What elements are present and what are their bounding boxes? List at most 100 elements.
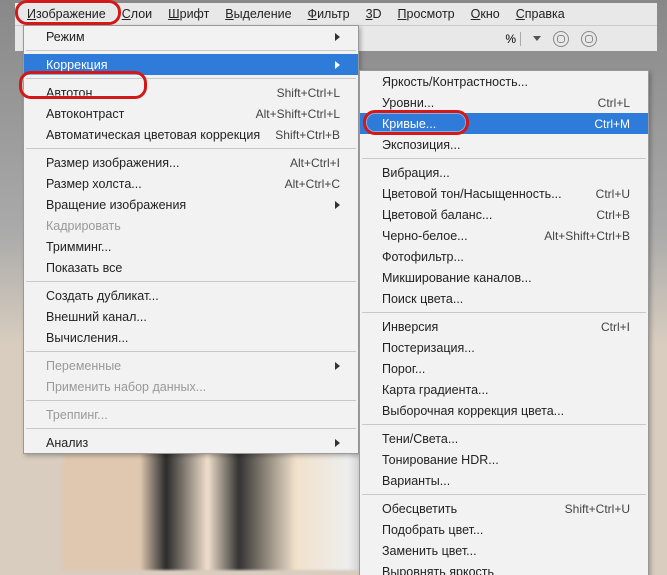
menu-item-label: Инверсия bbox=[382, 320, 438, 334]
menu-item-shortcut: Alt+Shift+Ctrl+L bbox=[256, 107, 340, 121]
menu-item-label: Показать все bbox=[46, 261, 122, 275]
menu-item-label: Вычисления... bbox=[46, 331, 128, 345]
menubar-item[interactable]: 3D bbox=[358, 5, 390, 23]
image-menu-item[interactable]: Вращение изображения bbox=[24, 194, 358, 215]
menu-item-label: Треппинг... bbox=[46, 408, 108, 422]
menu-item-label: Размер изображения... bbox=[46, 156, 179, 170]
image-menu-item[interactable]: Показать все bbox=[24, 257, 358, 278]
menu-item-label: Автоматическая цветовая коррекция bbox=[46, 128, 260, 142]
adjustments-item[interactable]: Экспозиция... bbox=[360, 134, 648, 155]
adjustments-item[interactable]: Кривые...Ctrl+M bbox=[360, 113, 648, 134]
dropdown-icon[interactable] bbox=[533, 36, 541, 41]
menu-item-label: Варианты... bbox=[382, 474, 450, 488]
adjustments-item[interactable]: Уровни...Ctrl+L bbox=[360, 92, 648, 113]
menu-item-label: Яркость/Контрастность... bbox=[382, 75, 528, 89]
menubar-item[interactable]: Просмотр bbox=[390, 5, 463, 23]
image-menu-item[interactable]: Коррекция bbox=[24, 54, 358, 75]
adjustments-item[interactable]: Варианты... bbox=[360, 470, 648, 491]
menu-item-label: Автоконтраст bbox=[46, 107, 124, 121]
menu-item-label: Поиск цвета... bbox=[382, 292, 463, 306]
image-menu-item[interactable]: Тримминг... bbox=[24, 236, 358, 257]
adjustments-separator bbox=[362, 312, 646, 313]
menu-item-shortcut: Shift+Ctrl+U bbox=[565, 502, 630, 516]
menu-item-shortcut: Shift+Ctrl+B bbox=[275, 128, 340, 142]
adjustments-separator bbox=[362, 424, 646, 425]
menubar-item[interactable]: Окно bbox=[463, 5, 508, 23]
adjustments-item[interactable]: Цветовой баланс...Ctrl+B bbox=[360, 204, 648, 225]
image-menu-separator bbox=[26, 50, 356, 51]
menu-item-label: Тонирование HDR... bbox=[382, 453, 499, 467]
menu-item-label: Вращение изображения bbox=[46, 198, 186, 212]
menu-item-label: Порог... bbox=[382, 362, 425, 376]
menu-item-shortcut: Ctrl+M bbox=[594, 117, 630, 131]
image-menu-separator bbox=[26, 281, 356, 282]
adjustments-item[interactable]: Черно-белое...Alt+Shift+Ctrl+B bbox=[360, 225, 648, 246]
adjustments-item[interactable]: Фотофильтр... bbox=[360, 246, 648, 267]
adjustments-item[interactable]: Подобрать цвет... bbox=[360, 519, 648, 540]
menu-item-label: Создать дубликат... bbox=[46, 289, 159, 303]
menu-item-label: Вибрация... bbox=[382, 166, 450, 180]
adjustments-item[interactable]: Яркость/Контрастность... bbox=[360, 71, 648, 92]
menu-item-label: Внешний канал... bbox=[46, 310, 147, 324]
image-menu-item[interactable]: Режим bbox=[24, 26, 358, 47]
image-menu-item: Применить набор данных... bbox=[24, 376, 358, 397]
image-menu-item[interactable]: Автоконтраст Alt+Shift+Ctrl+L bbox=[24, 103, 358, 124]
image-menu-item[interactable]: Размер холста...Alt+Ctrl+C bbox=[24, 173, 358, 194]
image-menu-separator bbox=[26, 351, 356, 352]
image-menu-separator bbox=[26, 78, 356, 79]
menubar-item[interactable]: Фильтр bbox=[300, 5, 358, 23]
adjustments-item[interactable]: Выборочная коррекция цвета... bbox=[360, 400, 648, 421]
adjustments-item[interactable]: Микширование каналов... bbox=[360, 267, 648, 288]
image-menu-item[interactable]: Анализ bbox=[24, 432, 358, 453]
menu-item-label: Заменить цвет... bbox=[382, 544, 477, 558]
menu-item-label: Выборочная коррекция цвета... bbox=[382, 404, 564, 418]
image-menu-item: Треппинг... bbox=[24, 404, 358, 425]
image-menu-item[interactable]: Размер изображения... Alt+Ctrl+I bbox=[24, 152, 358, 173]
adjustments-item[interactable]: Постеризация... bbox=[360, 337, 648, 358]
image-menu-dropdown: РежимКоррекцияАвтотонShift+Ctrl+LАвтокон… bbox=[23, 25, 359, 454]
adjustments-item[interactable]: ИнверсияCtrl+I bbox=[360, 316, 648, 337]
adjustments-item[interactable]: Карта градиента... bbox=[360, 379, 648, 400]
adjustments-item[interactable]: Поиск цвета... bbox=[360, 288, 648, 309]
tool-icon-b[interactable] bbox=[581, 31, 597, 47]
menu-item-label: Карта градиента... bbox=[382, 383, 488, 397]
adjustments-item[interactable]: Выровнять яркость bbox=[360, 561, 648, 575]
tool-icon-a[interactable] bbox=[553, 31, 569, 47]
menu-item-label: Коррекция bbox=[46, 58, 107, 72]
menubar-item[interactable]: Справка bbox=[508, 5, 573, 23]
adjustments-item[interactable]: Тени/Света... bbox=[360, 428, 648, 449]
menu-item-shortcut: Ctrl+U bbox=[596, 187, 630, 201]
menubar-item[interactable]: Выделение bbox=[217, 5, 299, 23]
adjustments-item[interactable]: Порог... bbox=[360, 358, 648, 379]
image-menu-item[interactable]: Создать дубликат... bbox=[24, 285, 358, 306]
adjustments-item[interactable]: Заменить цвет... bbox=[360, 540, 648, 561]
menu-item-shortcut: Ctrl+B bbox=[596, 208, 630, 222]
menu-item-label: Обесцветить bbox=[382, 502, 457, 516]
adjustments-item[interactable]: Обесцветить Shift+Ctrl+U bbox=[360, 498, 648, 519]
adjustments-separator bbox=[362, 158, 646, 159]
adjustments-submenu: Яркость/Контрастность...Уровни...Ctrl+LК… bbox=[359, 70, 649, 575]
adjustments-item[interactable]: Вибрация... bbox=[360, 162, 648, 183]
menu-item-label: Переменные bbox=[46, 359, 121, 373]
menu-item-label: Тени/Света... bbox=[382, 432, 458, 446]
image-menu-item[interactable]: АвтотонShift+Ctrl+L bbox=[24, 82, 358, 103]
menubar-item[interactable]: Слои bbox=[114, 5, 160, 23]
menu-item-label: Выровнять яркость bbox=[382, 565, 494, 575]
menu-item-label: Размер холста... bbox=[46, 177, 142, 191]
menu-item-shortcut: Ctrl+L bbox=[598, 96, 630, 110]
image-menu-separator bbox=[26, 400, 356, 401]
menu-item-label: Фотофильтр... bbox=[382, 250, 464, 264]
zoom-percent-suffix: % bbox=[505, 32, 521, 46]
adjustments-item[interactable]: Цветовой тон/Насыщенность... Ctrl+U bbox=[360, 183, 648, 204]
image-menu-item: Кадрировать bbox=[24, 215, 358, 236]
image-menu-item[interactable]: Вычисления... bbox=[24, 327, 358, 348]
menu-item-shortcut: Alt+Ctrl+I bbox=[290, 156, 340, 170]
menu-item-shortcut: Shift+Ctrl+L bbox=[277, 86, 340, 100]
menubar-item[interactable]: Шрифт bbox=[160, 5, 217, 23]
menu-item-label: Цветовой тон/Насыщенность... bbox=[382, 187, 562, 201]
image-menu-item[interactable]: Автоматическая цветовая коррекция Shift+C… bbox=[24, 124, 358, 145]
menu-item-label: Микширование каналов... bbox=[382, 271, 532, 285]
image-menu-item[interactable]: Внешний канал... bbox=[24, 306, 358, 327]
adjustments-item[interactable]: Тонирование HDR... bbox=[360, 449, 648, 470]
menubar-item[interactable]: Изображение bbox=[19, 5, 114, 23]
